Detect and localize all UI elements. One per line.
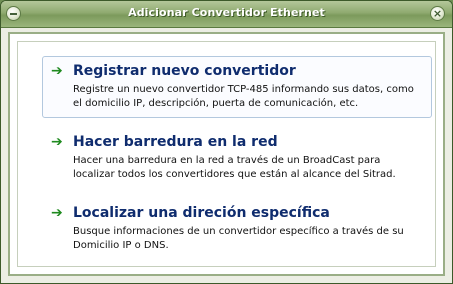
arrow-right-icon: ➔ (51, 205, 63, 221)
option-header: ➔ Localizar una direción específica (51, 204, 423, 222)
option-title: Registrar nuevo convertidor (73, 63, 296, 79)
close-icon[interactable]: × (430, 6, 445, 21)
options-panel: ➔ Registrar nuevo convertidor Registre u… (17, 41, 436, 267)
option-network-scan[interactable]: ➔ Hacer barredura en la red Hacer una ba… (42, 127, 432, 189)
option-description: Busque informaciones de un convertidor e… (73, 226, 404, 251)
dialog-window: Adicionar Convertidor Ethernet × ➔ Regis… (0, 0, 453, 284)
option-description: Hacer una barredura en la red a través d… (73, 155, 396, 180)
title-bar[interactable]: Adicionar Convertidor Ethernet × (1, 1, 452, 28)
option-register-converter[interactable]: ➔ Registrar nuevo convertidor Registre u… (42, 56, 432, 118)
option-title: Localizar una direción específica (73, 205, 330, 221)
arrow-right-icon: ➔ (51, 63, 63, 79)
option-description: Registre un nuevo convertidor TCP-485 in… (73, 84, 414, 109)
option-header: ➔ Hacer barredura en la red (51, 133, 423, 151)
content-frame: ➔ Registrar nuevo convertidor Registre u… (8, 32, 445, 276)
window-title: Adicionar Convertidor Ethernet (128, 6, 325, 19)
option-header: ➔ Registrar nuevo convertidor (51, 62, 423, 80)
option-title: Hacer barredura en la red (73, 134, 278, 150)
arrow-right-icon: ➔ (51, 134, 63, 150)
option-locate-address[interactable]: ➔ Localizar una direción específica Busq… (42, 198, 432, 260)
